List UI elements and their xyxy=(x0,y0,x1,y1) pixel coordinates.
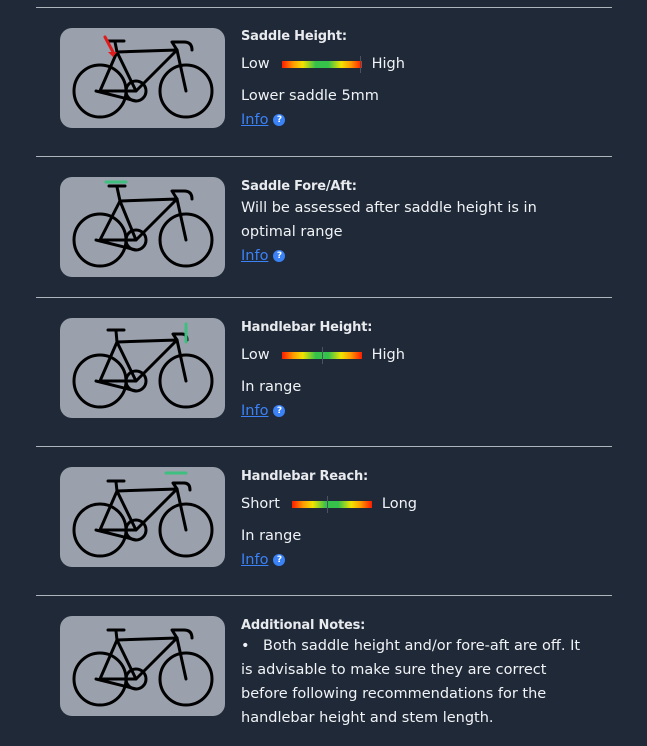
info-label: Info xyxy=(241,112,269,128)
section-heading: Handlebar Height: xyxy=(241,320,373,335)
gauge-marker xyxy=(327,495,329,513)
bike-diagram-icon xyxy=(72,180,214,268)
gauge-bar xyxy=(281,346,362,364)
bike-diagram-icon xyxy=(72,322,214,409)
section-status: In range xyxy=(241,379,302,395)
info-link[interactable]: Info? xyxy=(241,108,286,132)
bike-diagram-icon xyxy=(72,628,214,707)
info-label: Info xyxy=(241,248,269,264)
section-heading: Saddle Height: xyxy=(241,29,347,44)
saddle-fore-aft-section: Saddle Fore/Aft: Will be assessed after … xyxy=(36,177,612,297)
gauge-high-label: High xyxy=(371,56,405,72)
info-label: Info xyxy=(241,403,269,419)
divider xyxy=(36,7,612,8)
saddle-height-bike-image xyxy=(60,28,225,128)
saddle-height-details: Saddle Height: Low High Lower saddle 5mm… xyxy=(241,29,612,132)
gauge-bar xyxy=(291,495,372,513)
handlebar-height-section: Handlebar Height: Low High In range Info… xyxy=(36,318,612,446)
info-link[interactable]: Info? xyxy=(241,548,286,572)
handlebar-reach-section: Handlebar Reach: Short Long In range Inf… xyxy=(36,467,612,595)
gauge-low-label: Short xyxy=(241,496,280,512)
gauge-high-label: Long xyxy=(381,496,418,512)
saddle-fore-aft-bike-image xyxy=(60,177,225,277)
additional-notes-section: Additional Notes: • Both saddle height a… xyxy=(36,616,612,746)
section-status: In range xyxy=(241,528,302,544)
gauge-low-label: Low xyxy=(241,56,270,72)
gauge-low-label: Low xyxy=(241,347,270,363)
divider xyxy=(36,595,612,596)
info-link[interactable]: Info? xyxy=(241,399,286,423)
saddle-height-gauge: Low High xyxy=(241,52,604,76)
note-text: Both saddle height and/or fore-aft are o… xyxy=(241,638,581,726)
section-heading: Saddle Fore/Aft: xyxy=(241,179,357,194)
help-icon: ? xyxy=(273,554,286,566)
section-status: Lower saddle 5mm xyxy=(241,88,379,104)
additional-notes-bike-image xyxy=(60,616,225,716)
bike-diagram-icon xyxy=(72,35,214,119)
handlebar-reach-gauge: Short Long xyxy=(241,492,604,516)
divider xyxy=(36,446,612,447)
section-status: Will be assessed after saddle height is … xyxy=(241,200,537,240)
handlebar-reach-details: Handlebar Reach: Short Long In range Inf… xyxy=(241,469,612,572)
help-icon: ? xyxy=(273,405,286,417)
handlebar-height-gauge: Low High xyxy=(241,343,604,367)
handlebar-reach-bike-image xyxy=(60,467,225,567)
section-heading: Additional Notes: xyxy=(241,618,366,633)
gauge-bar xyxy=(281,55,362,73)
handlebar-height-bike-image xyxy=(60,318,225,418)
divider xyxy=(36,297,612,298)
gauge-high-label: High xyxy=(371,347,405,363)
section-heading: Handlebar Reach: xyxy=(241,469,369,484)
gauge-marker xyxy=(359,55,361,73)
help-icon: ? xyxy=(273,250,286,262)
help-icon: ? xyxy=(273,114,286,126)
bike-diagram-icon xyxy=(72,471,214,558)
note-item: • Both saddle height and/or fore-aft are… xyxy=(241,634,604,730)
fit-results-list: Saddle Height: Low High Lower saddle 5mm… xyxy=(36,0,612,746)
saddle-fore-aft-details: Saddle Fore/Aft: Will be assessed after … xyxy=(241,179,612,268)
gauge-marker xyxy=(321,346,323,364)
divider xyxy=(36,156,612,157)
additional-notes-details: Additional Notes: • Both saddle height a… xyxy=(241,618,612,730)
handlebar-height-details: Handlebar Height: Low High In range Info… xyxy=(241,320,612,423)
info-label: Info xyxy=(241,552,269,568)
saddle-height-section: Saddle Height: Low High Lower saddle 5mm… xyxy=(36,28,612,156)
info-link[interactable]: Info? xyxy=(241,244,286,268)
